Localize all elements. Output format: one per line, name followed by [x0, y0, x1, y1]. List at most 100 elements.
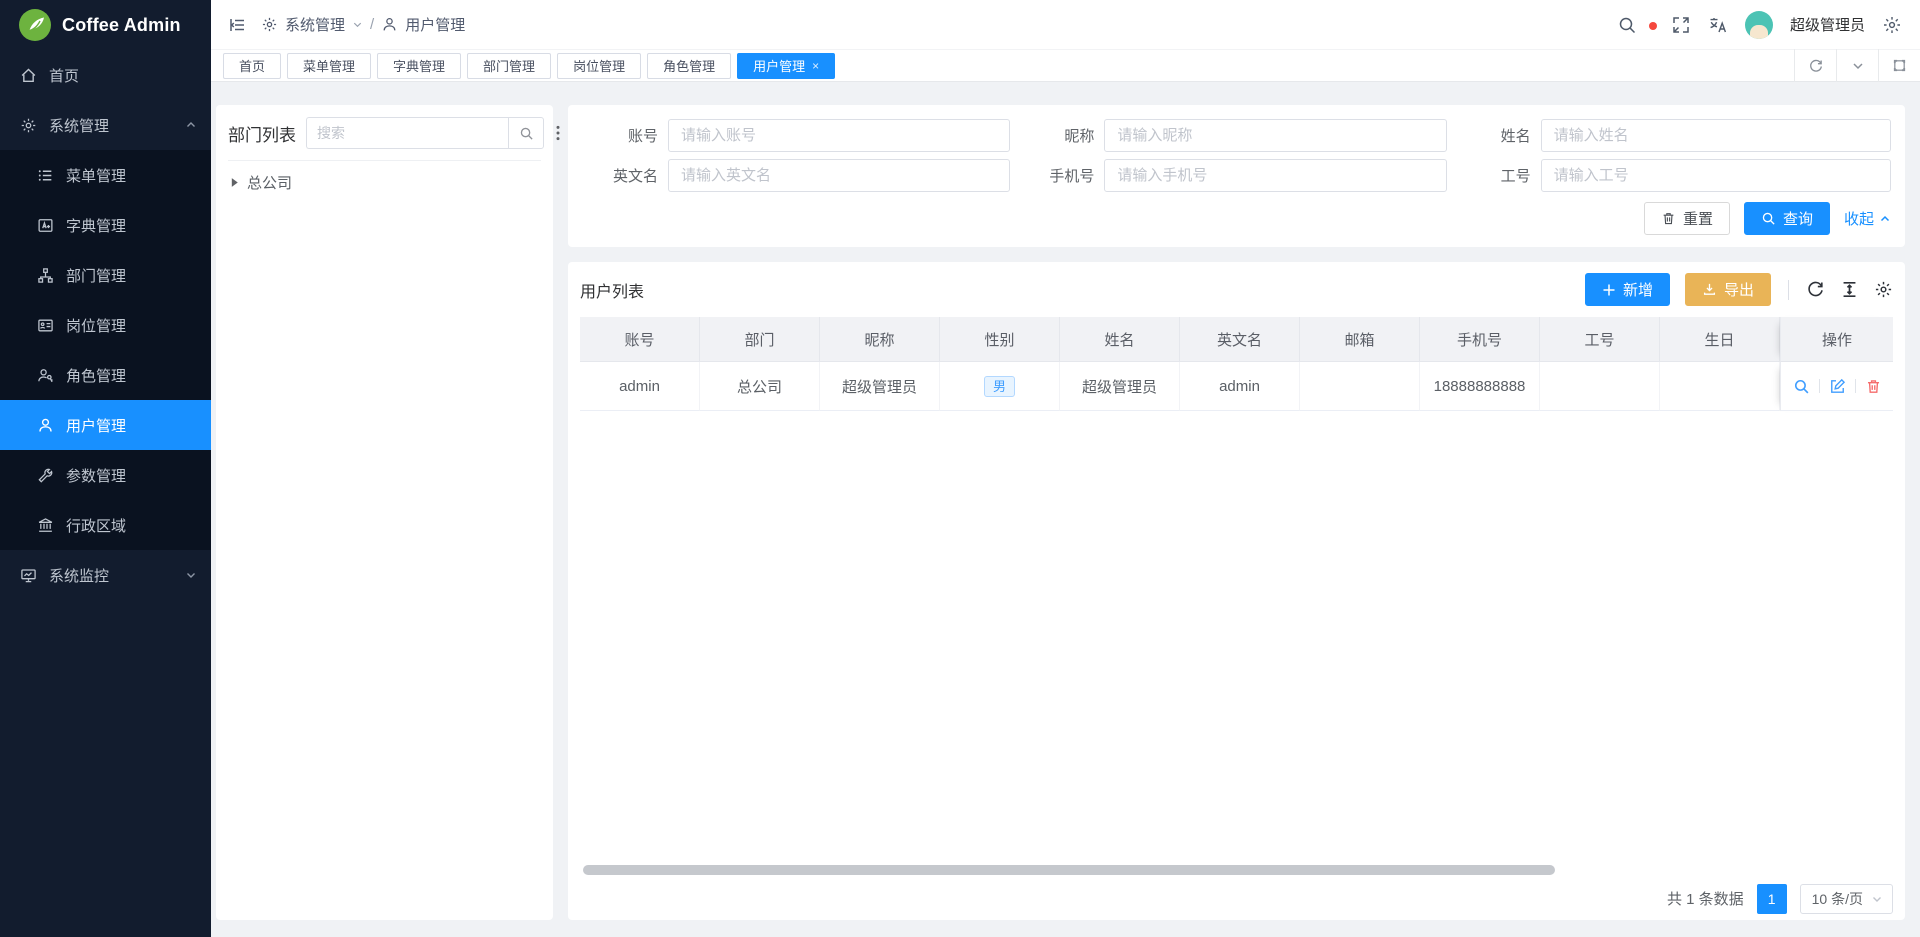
- row-height-icon[interactable]: [1840, 280, 1859, 299]
- notification-badge: [1649, 22, 1657, 30]
- sidebar-group-label: 系统监控: [49, 565, 109, 586]
- column-settings-gear-icon[interactable]: [1874, 280, 1893, 299]
- sidebar: Coffee Admin 首页 系统管理 菜单管理 字典管理: [0, 0, 211, 937]
- tab-label: 首页: [239, 56, 265, 75]
- close-tab-icon[interactable]: ×: [812, 59, 819, 73]
- sidebar-item-label: 角色管理: [66, 365, 126, 386]
- edit-icon[interactable]: [1829, 378, 1846, 395]
- tree-node-root[interactable]: 总公司: [230, 172, 539, 193]
- more-vertical-icon[interactable]: [554, 123, 562, 143]
- gear-icon: [20, 117, 37, 134]
- horizontal-scrollbar: [580, 864, 1893, 877]
- form-actions: 重置 查询 收起: [582, 202, 1891, 235]
- field-job-no: 工号: [1455, 159, 1891, 192]
- name-input[interactable]: [1541, 119, 1891, 152]
- col-header-job-no: 工号: [1540, 317, 1660, 362]
- export-button[interactable]: 导出: [1685, 273, 1771, 306]
- tab-dict-mgmt[interactable]: 字典管理: [377, 53, 461, 79]
- account-input[interactable]: [668, 119, 1010, 152]
- breadcrumb-current[interactable]: 用户管理: [405, 14, 465, 35]
- en-name-input[interactable]: [668, 159, 1010, 192]
- cell-en-name: admin: [1180, 362, 1300, 411]
- collapse-label: 收起: [1844, 208, 1874, 229]
- tab-label: 菜单管理: [303, 56, 355, 75]
- add-user-button[interactable]: 新增: [1585, 273, 1670, 306]
- bank-icon: [37, 517, 54, 534]
- tab-post-mgmt[interactable]: 岗位管理: [557, 53, 641, 79]
- collapse-form-link[interactable]: 收起: [1844, 208, 1891, 229]
- avatar[interactable]: [1745, 11, 1773, 39]
- page-button-1[interactable]: 1: [1757, 884, 1787, 914]
- export-label: 导出: [1724, 279, 1754, 300]
- breadcrumb-group[interactable]: 系统管理: [285, 14, 345, 35]
- logo[interactable]: Coffee Admin: [0, 0, 211, 50]
- dept-panel-header: 部门列表: [228, 117, 541, 161]
- col-header-birthday: 生日: [1660, 317, 1780, 362]
- sidebar-item-menu-mgmt[interactable]: 菜单管理: [0, 150, 211, 200]
- page-size-select[interactable]: 10 条/页: [1800, 884, 1893, 914]
- cell-sex: 男: [940, 362, 1060, 411]
- field-nickname: 昵称: [1018, 119, 1454, 152]
- translate-icon[interactable]: [1708, 15, 1728, 35]
- fullscreen-icon[interactable]: [1671, 15, 1691, 35]
- sidebar-group-system[interactable]: 系统管理: [0, 100, 211, 150]
- caret-right-icon[interactable]: [230, 177, 239, 188]
- chevron-down-icon[interactable]: [1836, 49, 1878, 82]
- tab-role-mgmt[interactable]: 角色管理: [647, 53, 731, 79]
- phone-input[interactable]: [1104, 159, 1446, 192]
- tab-menu-mgmt[interactable]: 菜单管理: [287, 53, 371, 79]
- content: 部门列表 总公司: [211, 82, 1920, 937]
- sidebar-item-param-mgmt[interactable]: 参数管理: [0, 450, 211, 500]
- job-no-input[interactable]: [1541, 159, 1891, 192]
- view-icon[interactable]: [1793, 378, 1810, 395]
- refresh-icon[interactable]: [1794, 49, 1836, 82]
- query-button[interactable]: 查询: [1744, 202, 1830, 235]
- sex-tag: 男: [984, 376, 1015, 397]
- search-icon[interactable]: [1617, 15, 1637, 35]
- maximize-icon[interactable]: [1878, 49, 1920, 82]
- tab-user-mgmt-active[interactable]: 用户管理 ×: [737, 53, 835, 79]
- scrollbar-thumb[interactable]: [583, 865, 1555, 875]
- sidebar-item-label: 用户管理: [66, 415, 126, 436]
- sidebar-item-home[interactable]: 首页: [0, 50, 211, 100]
- tab-home[interactable]: 首页: [223, 53, 281, 79]
- user-icon: [37, 417, 54, 434]
- action-divider: [1855, 379, 1856, 393]
- pagination-total: 共 1 条数据: [1667, 888, 1744, 909]
- col-header-actions: 操作: [1780, 317, 1893, 362]
- tab-dept-mgmt[interactable]: 部门管理: [467, 53, 551, 79]
- sidebar-item-dept-mgmt[interactable]: 部门管理: [0, 250, 211, 300]
- field-label: 手机号: [1018, 165, 1104, 186]
- refresh-icon[interactable]: [1806, 280, 1825, 299]
- sidebar-item-label: 字典管理: [66, 215, 126, 236]
- field-label: 英文名: [582, 165, 668, 186]
- reset-button[interactable]: 重置: [1644, 202, 1730, 235]
- user-table: 账号 部门 昵称 性别 姓名 英文名 邮箱 手机号 工号 生日 操作: [580, 317, 1893, 411]
- topbar: 系统管理 / 用户管理 超级管理员: [211, 0, 1920, 49]
- sidebar-item-user-mgmt[interactable]: 用户管理: [0, 400, 211, 450]
- col-header-email: 邮箱: [1300, 317, 1420, 362]
- sidebar-item-post-mgmt[interactable]: 岗位管理: [0, 300, 211, 350]
- tab-label: 岗位管理: [573, 56, 625, 75]
- chevron-down-icon: [1871, 893, 1883, 905]
- dept-search-input[interactable]: [306, 117, 508, 149]
- sidebar-item-region-mgmt[interactable]: 行政区域: [0, 500, 211, 550]
- nickname-input[interactable]: [1104, 119, 1446, 152]
- spring-leaf-logo-icon: [18, 8, 52, 42]
- delete-icon[interactable]: [1865, 378, 1882, 395]
- cell-name: 超级管理员: [1060, 362, 1180, 411]
- user-table-card: 用户列表 新增 导出: [568, 262, 1905, 920]
- sidebar-item-role-mgmt[interactable]: 角色管理: [0, 350, 211, 400]
- tree-node-label: 总公司: [247, 172, 292, 193]
- collapse-sidebar-icon[interactable]: [227, 15, 247, 35]
- dept-search-button[interactable]: [508, 117, 544, 149]
- breadcrumb-separator: /: [370, 16, 374, 33]
- sidebar-group-monitor[interactable]: 系统监控: [0, 550, 211, 600]
- settings-gear-icon[interactable]: [1882, 15, 1902, 35]
- sidebar-item-dict-mgmt[interactable]: 字典管理: [0, 200, 211, 250]
- main-area: 系统管理 / 用户管理 超级管理员: [211, 0, 1920, 937]
- field-en-name: 英文名: [582, 159, 1018, 192]
- username[interactable]: 超级管理员: [1790, 14, 1865, 35]
- table-row[interactable]: admin 总公司 超级管理员 男 超级管理员 admin 1888888888…: [580, 362, 1893, 411]
- row-actions: [1793, 378, 1882, 395]
